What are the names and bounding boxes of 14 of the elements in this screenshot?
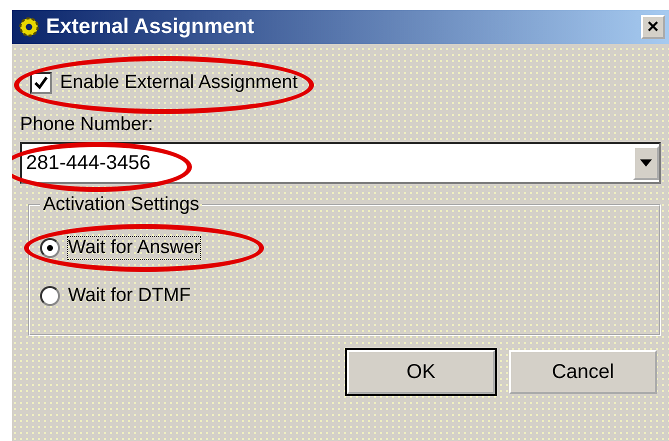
field-label: Phone Number:	[20, 114, 154, 136]
radio-label: Wait for DTMF	[68, 285, 191, 307]
phone-number-dropdown[interactable]: 281-444-3456	[20, 142, 661, 184]
radio-button[interactable]	[40, 286, 60, 306]
radio-label: Wait for Answer	[68, 237, 200, 259]
checkmark-icon	[34, 76, 48, 90]
ok-button[interactable]: OK	[347, 350, 495, 394]
cancel-button[interactable]: Cancel	[509, 350, 657, 394]
window-title: External Assignment	[46, 15, 254, 39]
checkbox-label: Enable External Assignment	[60, 72, 298, 94]
close-button[interactable]: ×	[641, 15, 665, 39]
checkbox[interactable]	[30, 72, 52, 94]
group-title: Activation Settings	[42, 194, 200, 216]
radio-button[interactable]	[40, 238, 60, 258]
